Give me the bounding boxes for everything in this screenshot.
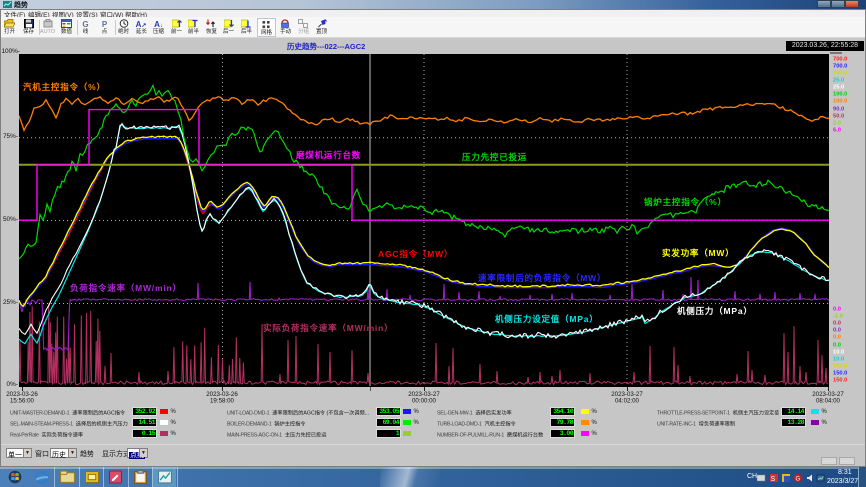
svg-text:负荷指令速率（MW/min）: 负荷指令速率（MW/min） bbox=[70, 283, 182, 293]
svg-text:锅炉主控指令（%）: 锅炉主控指令（%） bbox=[643, 197, 727, 207]
svg-text:机侧压力（MPa）: 机侧压力（MPa） bbox=[677, 306, 753, 316]
svg-text:实际负荷指令速率（MW/min）: 实际负荷指令速率（MW/min） bbox=[263, 323, 393, 333]
svg-text:实发功率（MW）: 实发功率（MW） bbox=[662, 248, 735, 258]
svg-text:机侧压力设定值（MPa）: 机侧压力设定值（MPa） bbox=[495, 314, 599, 324]
svg-text:G: G bbox=[796, 477, 801, 483]
svg-text:速率限制后的负荷指令（MW）: 速率限制后的负荷指令（MW） bbox=[478, 273, 606, 283]
svg-text:汽机主控指令（%）: 汽机主控指令（%） bbox=[23, 82, 106, 92]
svg-text:磨煤机运行台数: 磨煤机运行台数 bbox=[295, 150, 361, 160]
svg-text:AGC指令（MW）: AGC指令（MW） bbox=[378, 249, 453, 259]
svg-text:压力先控已投运: 压力先控已投运 bbox=[462, 152, 527, 162]
svg-text:S: S bbox=[771, 476, 776, 483]
